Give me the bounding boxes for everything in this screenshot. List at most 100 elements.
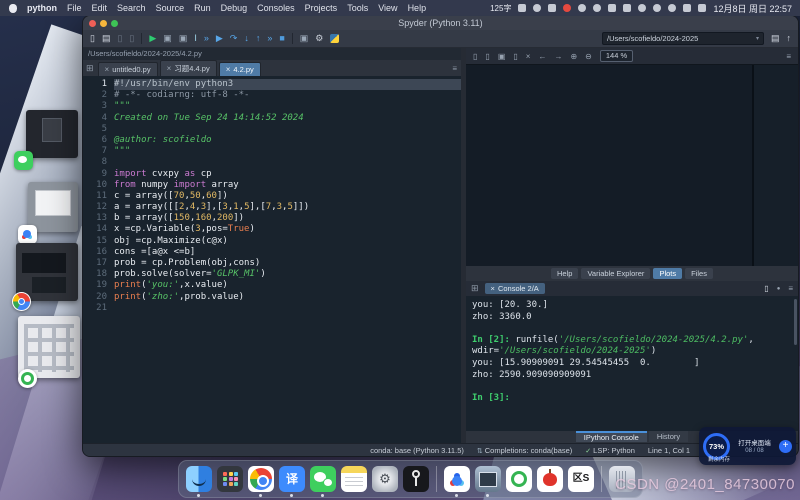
- menu-app-name[interactable]: python: [27, 3, 57, 13]
- browse-working-directory-icon[interactable]: ▤: [771, 30, 780, 47]
- plots-options-menu-icon[interactable]: ≡: [786, 52, 791, 61]
- previous-plot-icon[interactable]: ←: [538, 52, 546, 61]
- console-output[interactable]: you: [20. 30.]zho: 3360.0 In [2]: runfil…: [466, 296, 798, 431]
- window-icon[interactable]: [623, 4, 631, 12]
- interrupt-kernel-icon[interactable]: ●: [777, 286, 781, 292]
- new-console-icon[interactable]: ▯: [764, 284, 768, 293]
- editor-tab-习题4.4.py[interactable]: ×习题4.4.py: [160, 60, 217, 76]
- plot-canvas[interactable]: [466, 65, 752, 266]
- menu-item-search[interactable]: Search: [117, 3, 146, 13]
- camera-icon[interactable]: [548, 4, 556, 12]
- console-tab[interactable]: × Console 2/A: [485, 283, 545, 294]
- minimized-window-thumbnail[interactable]: [18, 316, 80, 378]
- step-return-icon[interactable]: ↑: [256, 30, 261, 47]
- dock-item-screenshot-preview[interactable]: [475, 466, 501, 492]
- zoom-out-icon[interactable]: ⊖: [585, 52, 592, 61]
- apple-logo-icon[interactable]: [9, 4, 17, 13]
- parent-directory-icon[interactable]: ↑: [787, 30, 792, 47]
- working-directory-combobox[interactable]: /Users/scofieldo/2024-2025 ▾: [602, 32, 764, 45]
- dock-item-green-ring-app[interactable]: [506, 466, 532, 492]
- console-scrollbar[interactable]: [794, 299, 797, 345]
- pane-tab-plots[interactable]: Plots: [653, 268, 682, 279]
- step-into-icon[interactable]: ↓: [244, 30, 249, 47]
- memory-overlay-widget[interactable]: 73% 剩余内存 打开桌面端 08 / 08 +: [699, 427, 796, 465]
- minimized-window-thumbnail[interactable]: [26, 110, 78, 158]
- control-center-icon[interactable]: [698, 4, 706, 12]
- menu-item-consoles[interactable]: Consoles: [257, 3, 295, 13]
- stop-debug-icon[interactable]: ■: [279, 30, 284, 47]
- remove-all-plots-icon[interactable]: ×: [526, 52, 531, 61]
- save-all-icon[interactable]: ▯: [129, 30, 134, 47]
- browse-console-tabs-icon[interactable]: ⊞: [471, 281, 479, 296]
- emoji-grid-icon[interactable]: [518, 4, 526, 12]
- mic-icon[interactable]: [533, 4, 541, 12]
- minimized-window-thumbnail[interactable]: [16, 243, 78, 301]
- run-file-icon[interactable]: ▶: [149, 30, 156, 47]
- dock-item-chrome[interactable]: [248, 466, 274, 492]
- pane-tab-variable-explorer[interactable]: Variable Explorer: [581, 268, 650, 279]
- save-all-plots-icon[interactable]: ▯: [485, 52, 489, 61]
- editor-tab-4.2.py[interactable]: ×4.2.py: [219, 62, 261, 76]
- menu-item-tools[interactable]: Tools: [347, 3, 368, 13]
- rerun-cell-icon[interactable]: »: [204, 30, 209, 47]
- run-selection-icon[interactable]: I: [194, 30, 197, 47]
- save-plot-icon[interactable]: ▯: [473, 52, 477, 61]
- menu-item-run[interactable]: Run: [194, 3, 211, 13]
- new-file-icon[interactable]: ▯: [90, 30, 95, 47]
- menu-item-projects[interactable]: Projects: [305, 3, 338, 13]
- remove-plot-icon[interactable]: ▯: [513, 52, 517, 61]
- editor-tab-untitled0.py[interactable]: ×untitled0.py: [98, 62, 158, 76]
- open-desktop-link[interactable]: 打开桌面端: [738, 437, 771, 447]
- run-cell-icon[interactable]: ▣: [163, 30, 172, 47]
- menu-item-help[interactable]: Help: [408, 3, 427, 13]
- dock-item-ks-app[interactable]: 区S: [568, 466, 594, 492]
- menu-item-debug[interactable]: Debug: [221, 3, 248, 13]
- title-bar[interactable]: Spyder (Python 3.11): [83, 16, 798, 30]
- menu-item-edit[interactable]: Edit: [92, 3, 108, 13]
- console-options-menu-icon[interactable]: ≡: [788, 284, 793, 293]
- dock-item-wechat[interactable]: [310, 466, 336, 492]
- menu-item-file[interactable]: File: [67, 3, 82, 13]
- browse-tabs-icon[interactable]: ⊞: [86, 61, 94, 76]
- dock-item-keychain[interactable]: [403, 466, 429, 492]
- display-icon[interactable]: [683, 4, 691, 12]
- wifi-icon[interactable]: [653, 4, 661, 12]
- editor-options-menu-icon[interactable]: ≡: [452, 64, 457, 73]
- copy-plot-icon[interactable]: ▣: [498, 52, 506, 61]
- split-view-icon[interactable]: [608, 4, 616, 12]
- minimized-window-thumbnail[interactable]: [28, 182, 78, 232]
- run-cell-advance-icon[interactable]: ▣: [179, 30, 188, 47]
- close-tab-icon[interactable]: ×: [167, 64, 172, 73]
- bottom-tab-ipython-console[interactable]: IPython Console: [576, 431, 647, 442]
- cloud-icon[interactable]: [593, 4, 601, 12]
- dock-item-launchpad[interactable]: [217, 466, 243, 492]
- close-tab-icon[interactable]: ×: [226, 65, 231, 74]
- plot-zoom-level[interactable]: 144 %: [600, 50, 633, 62]
- debug-file-icon[interactable]: ▶: [216, 30, 223, 47]
- plot-thumbnails-strip[interactable]: [754, 65, 798, 266]
- dock-item-translate[interactable]: 译: [279, 466, 305, 492]
- close-tab-icon[interactable]: ×: [105, 65, 110, 74]
- plus-button[interactable]: +: [779, 440, 792, 453]
- open-file-icon[interactable]: ▤: [102, 30, 111, 47]
- search-icon[interactable]: [668, 4, 676, 12]
- menu-item-view[interactable]: View: [378, 3, 397, 13]
- continue-icon[interactable]: »: [267, 30, 272, 47]
- dock-item-red-apple-app[interactable]: [537, 466, 563, 492]
- save-icon[interactable]: ▯: [117, 30, 122, 47]
- next-plot-icon[interactable]: →: [554, 52, 562, 61]
- menu-clock[interactable]: 12月8日 周日 22:57: [713, 2, 792, 15]
- menu-item-source[interactable]: Source: [156, 3, 185, 13]
- dock-item-system-settings[interactable]: ⚙: [372, 466, 398, 492]
- close-console-icon[interactable]: ×: [491, 284, 495, 293]
- step-over-icon[interactable]: ↷: [230, 30, 238, 47]
- bluetooth-icon[interactable]: [638, 4, 646, 12]
- zoom-in-icon[interactable]: ⊕: [570, 52, 577, 61]
- pane-tab-help[interactable]: Help: [551, 268, 578, 279]
- maximize-pane-icon[interactable]: ▣: [300, 30, 309, 47]
- dock-item-cloud-drive[interactable]: [444, 466, 470, 492]
- preferences-icon[interactable]: ⚙: [315, 30, 323, 47]
- python-logo-icon[interactable]: [330, 34, 339, 43]
- code-area[interactable]: 1#!/usr/bin/env python32# -*- codiarng: …: [83, 76, 461, 443]
- bottom-tab-history[interactable]: History: [649, 431, 688, 442]
